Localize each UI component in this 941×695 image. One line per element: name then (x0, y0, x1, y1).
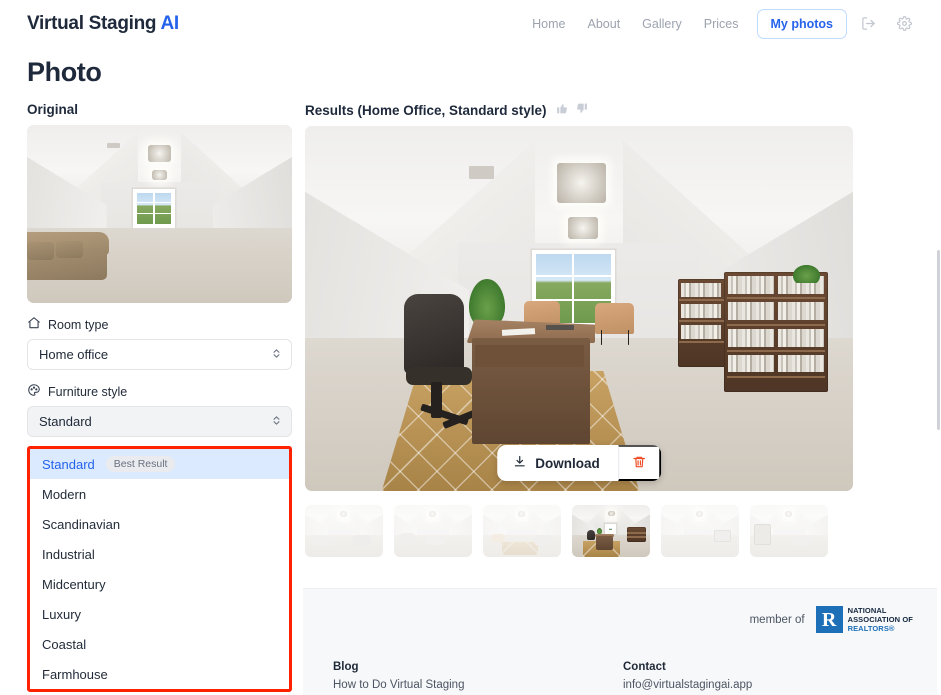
footer: member of R NATIONAL ASSOCIATION OF REAL… (303, 588, 937, 695)
download-button[interactable]: Download (497, 445, 618, 481)
footer-column-contact: Contact info@virtualstagingai.app (623, 661, 913, 691)
dropdown-option-label: Luxury (42, 606, 82, 622)
brand-name: Virtual Staging (27, 12, 161, 34)
thumbnail-item[interactable] (750, 505, 828, 557)
left-panel: Original Room type Home office Furniture… (27, 102, 292, 692)
palette-icon (27, 383, 41, 400)
results-label: Results (Home Office, Standard style) (305, 102, 547, 118)
dropdown-option-standard[interactable]: Standard Best Result (30, 449, 289, 479)
nar-line-1: NATIONAL (847, 606, 887, 615)
download-icon (513, 455, 526, 471)
thumbs-down-icon[interactable] (575, 102, 588, 118)
footer-heading: Contact (623, 661, 666, 674)
room-type-label: Room type (48, 317, 109, 332)
trash-icon (632, 455, 646, 472)
footer-column-blog: Blog How to Do Virtual Staging (333, 661, 623, 691)
chevron-updown-icon (271, 414, 282, 430)
thumbs-up-icon[interactable] (556, 102, 569, 118)
download-label: Download (535, 455, 600, 471)
furniture-style-dropdown[interactable]: Standard Best Result Modern Scandinavian… (27, 446, 292, 692)
home-icon (27, 316, 41, 333)
thumbnail-item[interactable] (394, 505, 472, 557)
dropdown-option-label: Standard (42, 456, 95, 472)
download-toolbar: Download (497, 445, 661, 481)
dropdown-option-modern[interactable]: Modern (30, 479, 289, 509)
original-room-render (27, 125, 292, 303)
gear-icon[interactable] (889, 9, 919, 39)
furniture-style-label-row: Furniture style (27, 383, 292, 400)
footer-heading: Blog (333, 661, 359, 674)
nar-line-3: REALTORS® (847, 624, 895, 634)
nav-item-gallery[interactable]: Gallery (631, 11, 693, 37)
room-type-value: Home office (39, 347, 109, 362)
room-type-label-row: Room type (27, 316, 292, 333)
nar-line-2: ASSOCIATION OF (847, 615, 913, 625)
dropdown-option-label: Midcentury (42, 576, 106, 592)
dropdown-option-scandinavian[interactable]: Scandinavian (30, 509, 289, 539)
room-type-select[interactable]: Home office (27, 339, 292, 370)
brand-logo[interactable]: Virtual Staging AI (27, 13, 179, 35)
top-navigation-bar: Virtual Staging AI Home About Gallery Pr… (0, 0, 941, 47)
furniture-style-value: Standard (39, 414, 92, 429)
footer-columns: Blog How to Do Virtual Staging Contact i… (333, 661, 913, 691)
furniture-style-label: Furniture style (48, 384, 128, 399)
nav-links-group: Home About Gallery Prices My photos (521, 8, 919, 39)
nar-mark-icon: R (815, 606, 843, 634)
dropdown-option-midcentury[interactable]: Midcentury (30, 569, 289, 599)
dropdown-option-label: Modern (42, 486, 87, 502)
dropdown-option-label: Coastal (42, 636, 87, 652)
result-thumbnail-strip (305, 505, 914, 557)
dropdown-option-label: Industrial (42, 546, 95, 562)
dropdown-option-luxury[interactable]: Luxury (30, 599, 289, 629)
dropdown-option-coastal[interactable]: Coastal (30, 629, 289, 659)
chevron-updown-icon (271, 347, 282, 363)
result-photo[interactable]: Download (305, 126, 853, 491)
feedback-buttons (556, 102, 588, 118)
results-header: Results (Home Office, Standard style) (305, 102, 914, 118)
dropdown-option-industrial[interactable]: Industrial (30, 539, 289, 569)
dropdown-option-farmhouse[interactable]: Farmhouse (30, 659, 289, 689)
nar-logo: R NATIONAL ASSOCIATION OF REALTORS® (815, 606, 913, 634)
scrollbar-thumb[interactable] (937, 250, 940, 430)
my-photos-button[interactable]: My photos (756, 8, 847, 39)
thumbnail-item[interactable] (305, 505, 383, 557)
thumbnail-item[interactable] (483, 505, 561, 557)
nav-item-prices[interactable]: Prices (693, 11, 750, 37)
footer-link[interactable]: info@virtualstagingai.app (623, 679, 913, 691)
thumbnail-item-selected[interactable] (572, 505, 650, 557)
brand-accent: AI (160, 12, 180, 34)
member-of-row: member of R NATIONAL ASSOCIATION OF REAL… (333, 606, 913, 633)
member-of-label: member of (749, 613, 805, 626)
page-title: Photo (27, 57, 102, 87)
nar-wordmark: NATIONAL ASSOCIATION OF REALTORS® (848, 606, 913, 633)
nar-mark-letter: R (821, 608, 837, 631)
dropdown-option-label: Farmhouse (42, 666, 108, 682)
footer-link[interactable]: How to Do Virtual Staging (333, 679, 623, 691)
original-label: Original (27, 102, 79, 117)
nav-item-about[interactable]: About (577, 11, 632, 37)
dropdown-option-label: Scandinavian (42, 516, 121, 532)
best-result-badge: Best Result (105, 456, 176, 472)
furniture-style-select[interactable]: Standard (27, 406, 292, 437)
thumbnail-item[interactable] (661, 505, 739, 557)
result-room-render (305, 126, 853, 491)
delete-button[interactable] (617, 445, 661, 481)
page-scrollbar[interactable] (936, 0, 941, 695)
original-photo[interactable] (27, 125, 292, 303)
nav-item-home[interactable]: Home (521, 11, 576, 37)
logout-icon[interactable] (853, 9, 883, 39)
